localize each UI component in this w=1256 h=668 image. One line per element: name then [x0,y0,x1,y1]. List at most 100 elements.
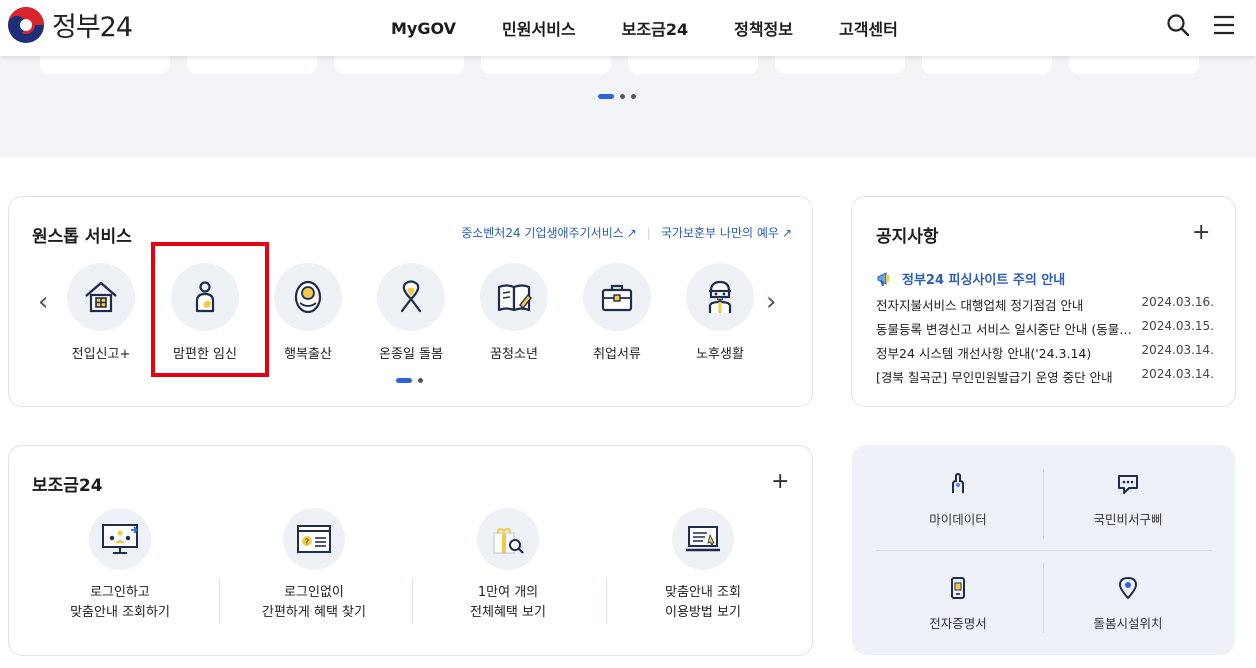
subsidy-label: 맞춤안내 조회 이용방법 보기 [665,585,741,620]
subsidy-title: 보조금24 [32,476,103,496]
service-label: 전입신고+ [71,347,131,362]
service-happy-birth[interactable]: 행복출산 [260,263,356,362]
notice-item-date: 2024.03.16. [1141,295,1214,309]
service-label: 행복출산 [284,347,332,362]
subsidy-label: 로그인하고 맞춤안내 조회하기 [70,585,170,620]
service-all-day-care[interactable]: 온종일 돌봄 [363,263,459,362]
external-link-icon: ↗ [626,225,637,240]
banner-card[interactable] [922,56,1052,74]
pager-dot[interactable] [418,378,423,383]
service-retirement-life[interactable]: 노후생활 [672,263,768,362]
quick-links-panel: 마이데이터 국민비서구삐 전자증명서 돌봄시설위치 [852,445,1235,655]
service-label: 온종일 돌봄 [379,347,443,362]
gift-search-icon [477,508,539,570]
divider [876,550,1212,551]
open-book-icon [480,263,548,331]
banner-card[interactable] [628,56,758,74]
quick-label: 전자증명서 [929,616,987,631]
quick-label: 돌봄시설위치 [1093,616,1163,631]
quick-label: 마이데이터 [929,512,987,527]
notice-item[interactable]: [경북 칠곡군] 무인민원발급기 운영 중단 안내 2024.03.14. [876,367,1214,386]
subsidy-login-search[interactable]: 로그인하고 맞춤안내 조회하기 [23,508,217,623]
laptop-guide-icon [672,508,734,570]
phone-certificate-icon [951,577,965,599]
link-separator: | [646,225,651,240]
external-link-icon: ↗ [781,225,792,240]
notice-more-button[interactable]: + [1192,222,1210,244]
subsidy-more-button[interactable]: + [771,471,789,493]
quick-mydata[interactable]: 마이데이터 [874,472,1042,528]
taegeuk-logo-icon [8,6,44,43]
banner-card[interactable] [775,56,905,74]
quick-e-certificate[interactable]: 전자증명서 [874,577,1042,632]
service-move-in-report[interactable]: 전입신고+ [53,263,149,362]
quick-label: 국민비서구삐 [1093,512,1163,527]
subsidy-usage-guide[interactable]: 맞춤안내 조회 이용방법 보기 [606,508,800,623]
one-stop-title: 원스톱 서비스 [32,227,132,247]
link-veterans-honor[interactable]: 국가보훈부 나만의 예우 [661,224,779,241]
location-pin-icon [1118,576,1138,600]
notice-item-title: 전자지불서비스 대행업체 정기점검 안내 [876,298,1084,313]
banner-card[interactable] [1069,56,1199,74]
main-nav: MyGOV 민원서비스 보조금24 정책정보 고객센터 [368,0,921,56]
nav-civil-service[interactable]: 민원서비스 [502,16,576,40]
highlight-box [151,242,269,377]
notice-card: 공지사항 + 정부24 피싱사이트 주의 안내 전자지불서비스 대행업체 정기점… [851,196,1236,407]
banner-card[interactable] [334,56,464,74]
service-label: 취업서류 [593,347,641,362]
nav-customer-center[interactable]: 고객센터 [839,16,898,40]
subsidy24-card: 보조금24 + 로그인하고 맞춤안내 조회하기 ? 로그인없이 간편하게 혜택 찾기… [8,445,813,656]
notice-item-title: [경북 칠곡군] 무인민원발급기 운영 중단 안내 [876,370,1113,385]
logo-text: 정부24 [52,12,133,43]
nav-subsidy24[interactable]: 보조금24 [622,16,688,40]
service-dream-youth[interactable]: 꿈청소년 [466,263,562,362]
notice-highlight-text: 정부24 피싱사이트 주의 안내 [902,273,1066,288]
link-sme-lifecycle[interactable]: 중소벤처24 기업생애주기서비스 [461,224,624,241]
subsidy-no-login-search[interactable]: ? 로그인없이 간편하게 혜택 찾기 [217,508,411,623]
question-list-icon: ? [283,508,345,570]
site-logo[interactable]: 정부24 [8,5,133,44]
pager-dot[interactable] [631,94,636,99]
svg-text:?: ? [305,538,309,547]
subsidy-label: 로그인없이 간편하게 혜택 찾기 [262,585,366,620]
banner-card[interactable] [481,56,611,74]
house-icon [67,263,135,331]
one-stop-service-card: 원스톱 서비스 중소벤처24 기업생애주기서비스 ↗ | 국가보훈부 나만의 예… [8,196,813,407]
menu-icon[interactable] [1212,13,1236,37]
monitor-people-icon [89,508,151,570]
pager-dot-active[interactable] [396,378,412,383]
one-stop-pager [396,378,423,383]
notice-item-date: 2024.03.14. [1141,343,1214,357]
service-label: 노후생활 [696,347,744,362]
megaphone-icon [877,271,889,286]
notice-item[interactable]: 동물등록 변경신고 서비스 일시중단 안내 (동물등록 2024.03.15. [876,319,1214,338]
notice-item[interactable]: 정부24 시스템 개선사항 안내('24.3.14) 2024.03.14. [876,343,1214,362]
chat-bubble-icon [1118,475,1138,494]
pager-dot-active[interactable] [598,94,614,99]
banner-card[interactable] [187,56,317,74]
ribbon-icon [377,263,445,331]
notice-title: 공지사항 [876,227,939,247]
banner-pager [598,94,636,99]
pager-dot[interactable] [620,94,625,99]
subsidy-all-benefits[interactable]: 1만여 개의 전체혜택 보기 [411,508,605,623]
search-icon[interactable] [1166,13,1190,37]
top-header: 정부24 MyGOV 민원서비스 보조금24 정책정보 고객센터 [0,0,1256,56]
briefcase-icon [583,263,651,331]
notice-highlight-link[interactable]: 정부24 피싱사이트 주의 안내 [876,269,1065,288]
quick-care-facility-location[interactable]: 돌봄시설위치 [1044,576,1212,632]
top-banner [0,56,1256,157]
notice-item-date: 2024.03.14. [1141,367,1214,381]
banner-card[interactable] [40,56,170,74]
notice-item[interactable]: 전자지불서비스 대행업체 정기점검 안내 2024.03.16. [876,295,1214,314]
nav-policy-info[interactable]: 정책정보 [734,16,793,40]
service-employment-docs[interactable]: 취업서류 [569,263,665,362]
service-label: 꿈청소년 [490,347,538,362]
baby-icon [274,263,342,331]
mydata-hand-icon [952,472,964,493]
notice-item-date: 2024.03.15. [1141,319,1214,333]
quick-secretary-gubbi[interactable]: 국민비서구삐 [1044,473,1212,528]
nav-mygov[interactable]: MyGOV [391,19,456,38]
carousel-prev-button[interactable]: ‹ [38,287,48,317]
subsidy-label: 1만여 개의 전체혜택 보기 [470,585,546,620]
